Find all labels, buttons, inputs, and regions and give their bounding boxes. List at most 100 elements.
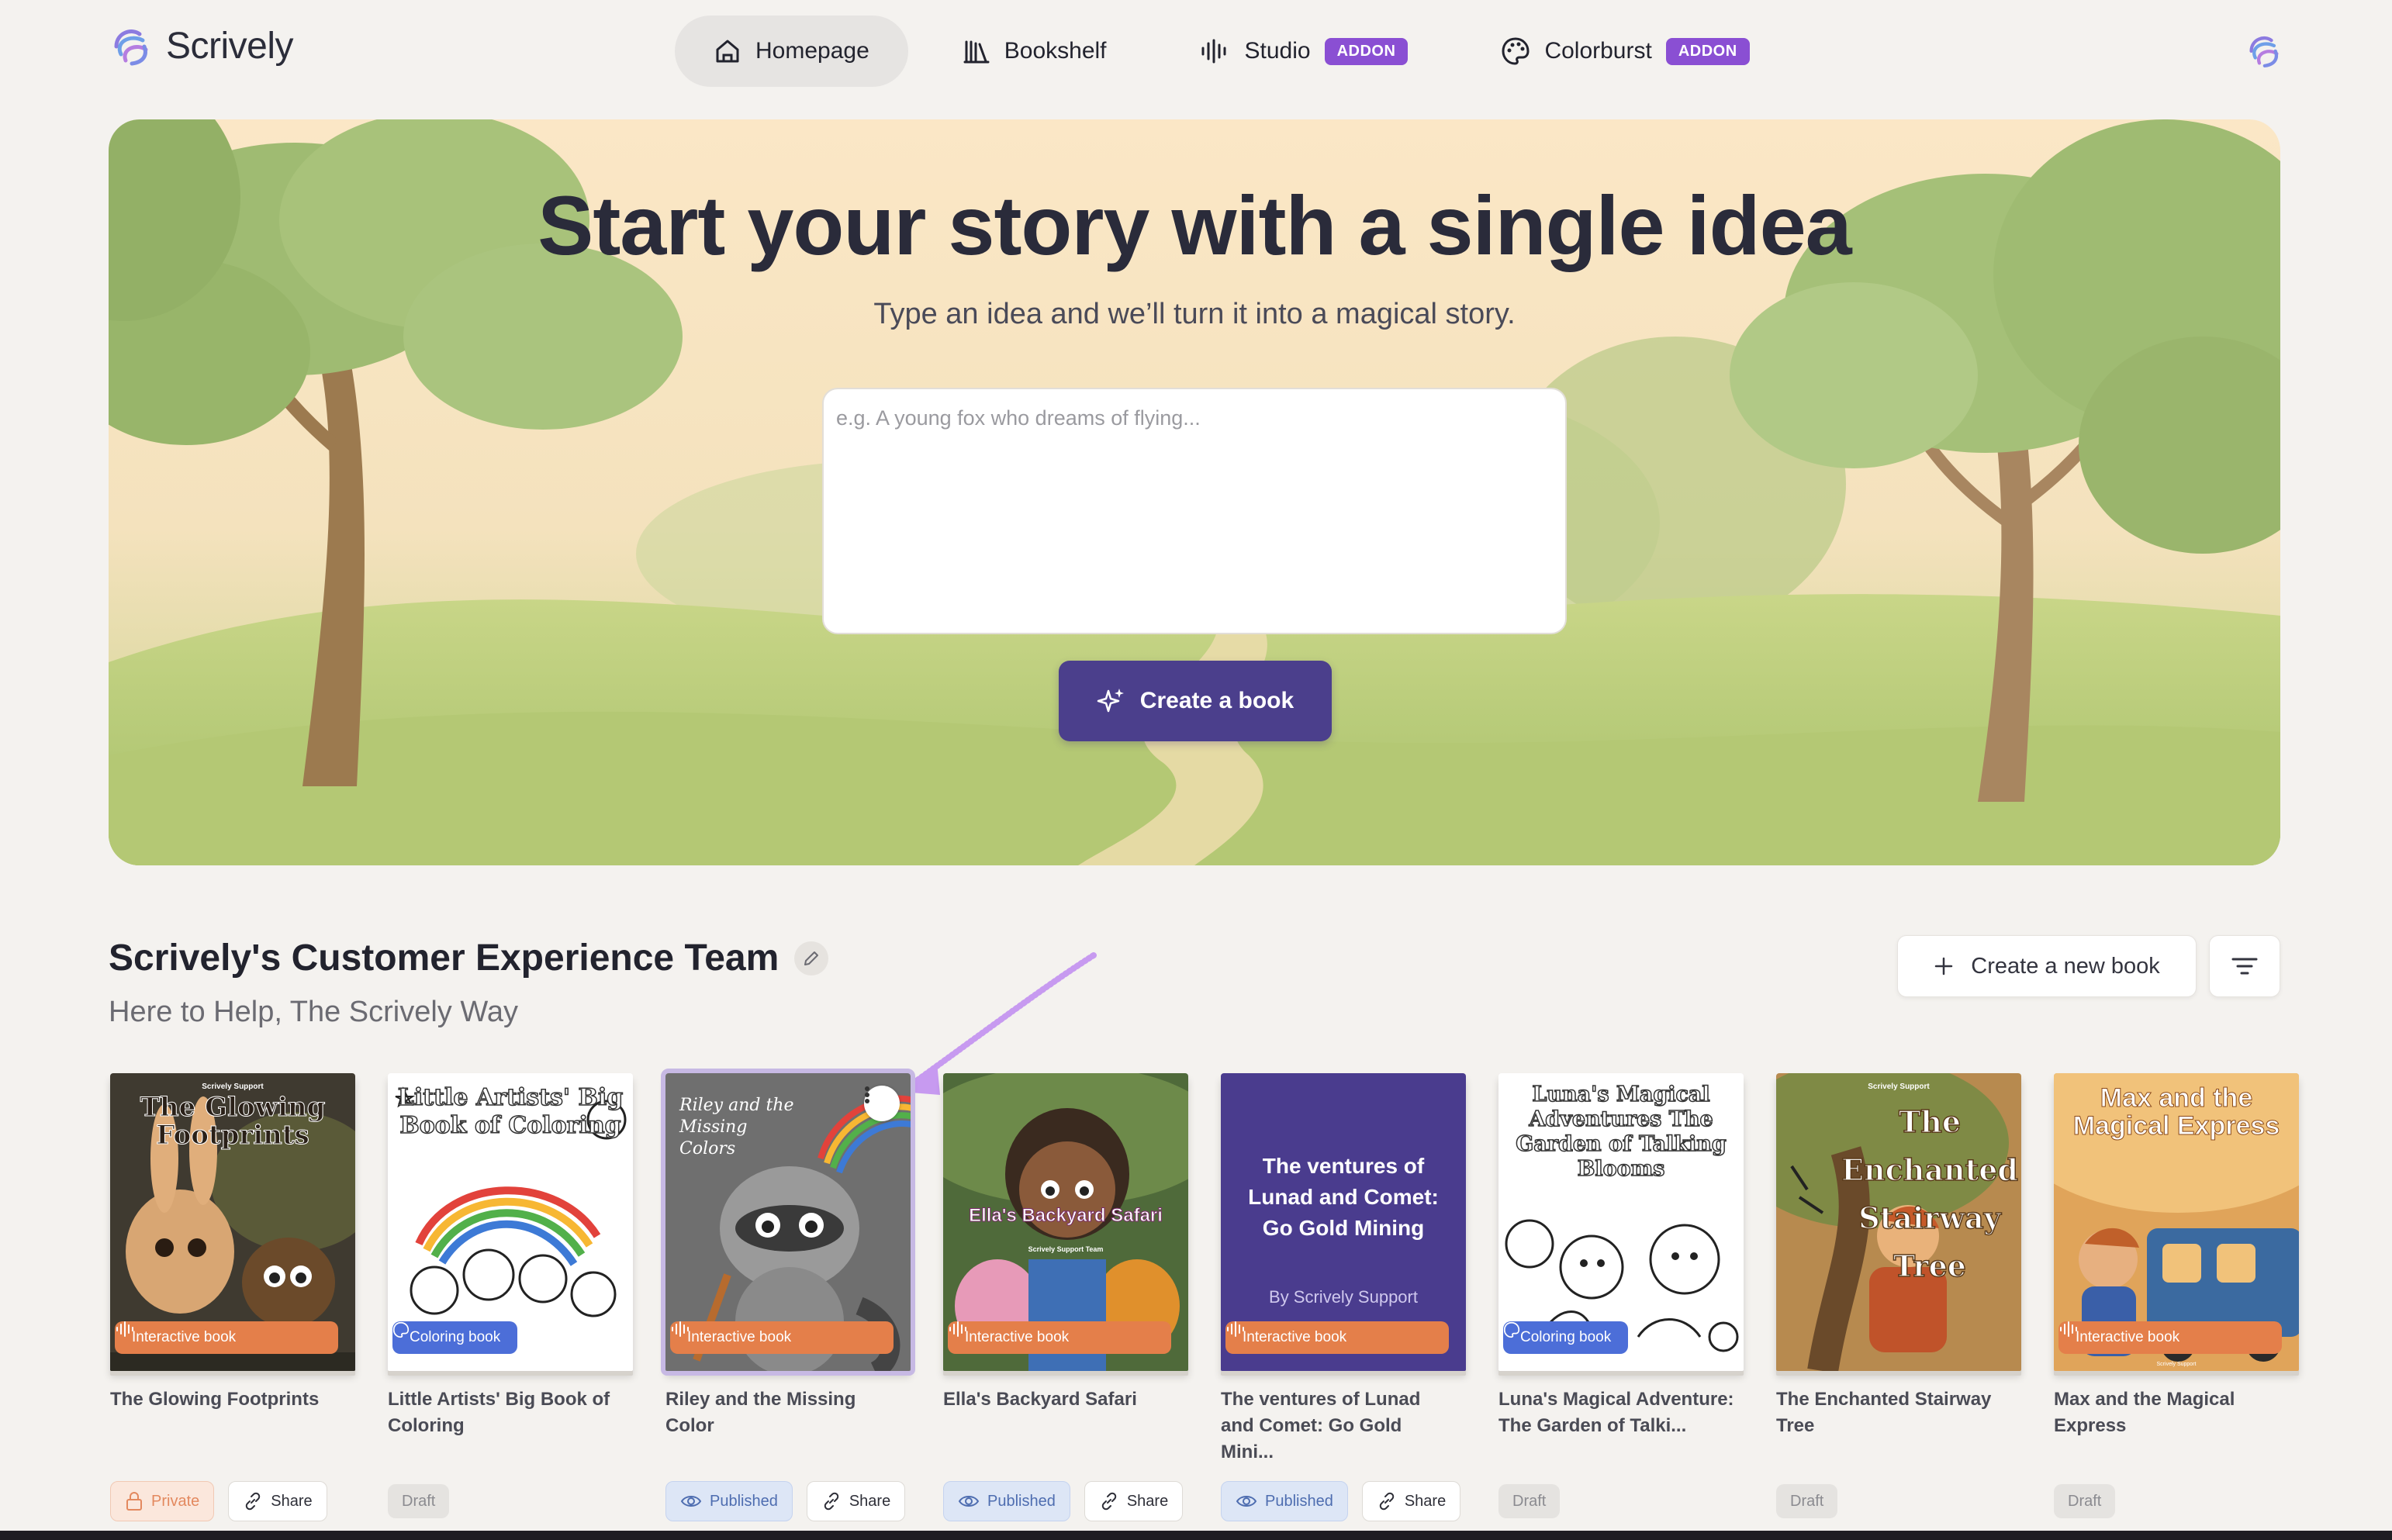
create-book-label: Create a book [1139, 688, 1295, 713]
edit-team-button[interactable] [794, 941, 829, 975]
audio-waveform-icon [1227, 1321, 1244, 1337]
filter-button[interactable] [2209, 935, 2280, 997]
book-card[interactable]: Ella's Backyard Safari Scrively Support … [943, 1073, 1191, 1521]
interactive-book-badge: Interactive book [2058, 1321, 2282, 1354]
book-cover[interactable]: Ella's Backyard Safari Scrively Support … [943, 1073, 1188, 1371]
link-icon [824, 1492, 839, 1511]
palette-icon [1503, 1321, 1520, 1338]
book-card[interactable]: Riley and the Missing Colors Interactive… [661, 1069, 915, 1521]
status-label: Private [151, 1492, 200, 1510]
book-title[interactable]: Little Artists' Big Book of Coloring [388, 1386, 625, 1439]
main-nav: Homepage Bookshelf Studio ADDON Colorbur… [675, 16, 1789, 87]
book-card[interactable]: Little Artists' Big Book of Coloring Col… [388, 1073, 636, 1518]
share-label: Share [1404, 1492, 1447, 1510]
cover-title: Ella's Backyard Safari [969, 1205, 1163, 1226]
team-title: Scrively's Customer Experience Team [109, 937, 829, 979]
cover-author: Scrively Support Team [1028, 1245, 1104, 1253]
interactive-book-badge: Interactive book [115, 1321, 338, 1354]
hero-subtitle: Type an idea and we’ll turn it into a ma… [873, 298, 1516, 330]
book-actions: Draft [388, 1481, 450, 1518]
cover-author: Scrively Support [202, 1082, 264, 1091]
book-actions: Draft [2054, 1481, 2116, 1518]
link-icon [1101, 1492, 1117, 1511]
book-card[interactable]: The ventures of Lunad and Comet: Go Gold… [1221, 1073, 1469, 1521]
draft-status-badge: Draft [2054, 1484, 2116, 1518]
book-card[interactable]: Luna's Magical Adventures The Garden of … [1498, 1073, 1747, 1518]
app-logo[interactable]: Scrively [109, 23, 294, 68]
cover-author: Scrively Support [1868, 1082, 1930, 1091]
private-status-button[interactable]: Private [110, 1481, 215, 1521]
book-cover[interactable]: Luna's Magical Adventures The Garden of … [1498, 1073, 1744, 1371]
share-label: Share [1126, 1492, 1169, 1510]
published-status-button[interactable]: Published [1221, 1481, 1348, 1521]
book-type-label: Coloring book [410, 1329, 501, 1345]
book-title[interactable]: Luna's Magical Adventure: The Garden of … [1498, 1386, 1736, 1439]
share-button[interactable]: Share [806, 1481, 906, 1521]
account-menu[interactable] [2245, 31, 2283, 74]
filter-icon [2231, 958, 2258, 975]
nav-homepage-label: Homepage [755, 38, 869, 64]
book-cover[interactable]: Max and the Magical Express Interactive … [2054, 1073, 2299, 1371]
book-title[interactable]: Riley and the Missing Color [665, 1386, 903, 1439]
top-navigation-bar: Scrively Homepage Bookshelf Studio ADDON… [0, 0, 2392, 102]
book-cover[interactable]: Riley and the Missing Colors Interactive… [661, 1069, 915, 1376]
published-status-button[interactable]: Published [943, 1481, 1070, 1521]
nav-bookshelf-label: Bookshelf [1004, 38, 1107, 64]
book-actions: Published Share [1221, 1481, 1461, 1521]
nav-colorburst-label: Colorburst [1544, 38, 1652, 64]
addon-badge: ADDON [1324, 37, 1409, 65]
audio-waveform-icon [116, 1321, 133, 1337]
cover-title: Riley and the Missing Colors [679, 1096, 794, 1158]
book-actions: Draft [1498, 1481, 1561, 1518]
book-title[interactable]: The Enchanted Stairway Tree [1776, 1386, 2013, 1439]
book-title[interactable]: The ventures of Lunad and Comet: Go Gold… [1221, 1386, 1458, 1466]
audio-waveform-icon [672, 1321, 689, 1337]
book-title[interactable]: Ella's Backyard Safari [943, 1386, 1180, 1413]
hero-title: Start your story with a single idea [538, 178, 1851, 272]
cover-title: Max and the Magical Express [2072, 1083, 2280, 1141]
team-subtitle: Here to Help, The Scrively Way [109, 996, 518, 1028]
share-button[interactable]: Share [1084, 1481, 1184, 1521]
scrively-logo-icon [2249, 36, 2279, 67]
book-card[interactable]: Max and the Magical Express Interactive … [2054, 1073, 2302, 1518]
nav-studio[interactable]: Studio ADDON [1161, 16, 1447, 87]
book-title[interactable]: Max and the Magical Express [2054, 1386, 2291, 1439]
book-cover[interactable]: Scrively Support The Enchanted Stairway … [1776, 1073, 2021, 1371]
plus-icon [1935, 957, 1953, 975]
book-shelf: Scrively Support The Glowing Footprints … [109, 1069, 2299, 1538]
more-vertical-icon [865, 1086, 869, 1103]
book-card[interactable]: Scrively Support The Enchanted Stairway … [1776, 1073, 2024, 1518]
audio-waveform-icon [2060, 1321, 2077, 1337]
eye-icon [1236, 1496, 1257, 1507]
book-cover[interactable]: Little Artists' Big Book of Coloring Col… [388, 1073, 633, 1371]
book-actions: Private Share [110, 1481, 327, 1521]
nav-homepage[interactable]: Homepage [675, 16, 908, 87]
share-button[interactable]: Share [1361, 1481, 1461, 1521]
create-book-button[interactable]: Create a book [1059, 661, 1332, 741]
book-card[interactable]: Scrively Support The Glowing Footprints … [110, 1073, 358, 1521]
draft-status-badge: Draft [1498, 1484, 1561, 1518]
book-type-label: Interactive book [965, 1329, 1070, 1345]
cover-author: By Scrively Support [1269, 1287, 1418, 1307]
story-idea-input[interactable] [822, 388, 1567, 634]
share-button[interactable]: Share [228, 1481, 327, 1521]
book-type-label: Interactive book [687, 1329, 792, 1345]
book-options-button[interactable] [864, 1086, 900, 1121]
team-name: Scrively's Customer Experience Team [109, 937, 779, 979]
book-title[interactable]: The Glowing Footprints [110, 1386, 347, 1413]
home-icon [716, 40, 739, 63]
book-cover[interactable]: The ventures of Lunad and Comet: Go Gold… [1221, 1073, 1466, 1371]
coloring-book-badge: Coloring book [1503, 1321, 1629, 1354]
published-status-button[interactable]: Published [665, 1481, 793, 1521]
eye-icon [958, 1496, 980, 1507]
sparkles-icon [1097, 689, 1124, 713]
nav-bookshelf[interactable]: Bookshelf [924, 16, 1146, 87]
interactive-book-badge: Interactive book [670, 1321, 894, 1354]
book-cover[interactable]: Scrively Support The Glowing Footprints … [110, 1073, 355, 1371]
share-label: Share [849, 1492, 891, 1510]
app-name: Scrively [166, 25, 294, 67]
nav-studio-label: Studio [1244, 38, 1311, 64]
book-actions: Published Share [943, 1481, 1184, 1521]
create-new-book-button[interactable]: Create a new book [1897, 935, 2197, 997]
nav-colorburst[interactable]: Colorburst ADDON [1462, 16, 1788, 87]
